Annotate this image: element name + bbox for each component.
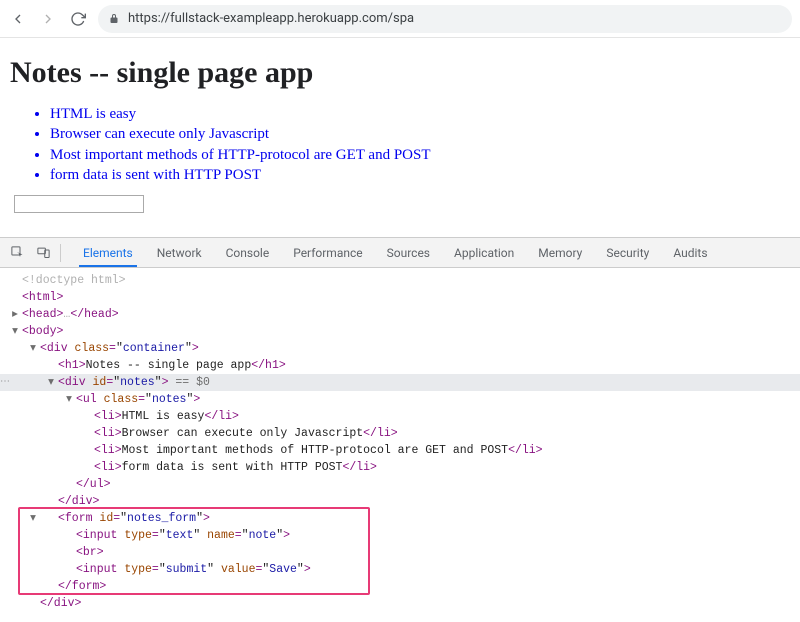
dom-line-selected[interactable]: ⋯▾<div id="notes"> == $0 <box>0 374 800 391</box>
dom-line[interactable]: </ul> <box>0 476 800 493</box>
tab-console[interactable]: Console <box>214 238 282 267</box>
twisty-icon[interactable]: ▸ <box>10 306 20 323</box>
tab-network[interactable]: Network <box>145 238 214 267</box>
page-title: Notes -- single page app <box>10 56 790 90</box>
twisty-icon[interactable]: ▾ <box>64 391 74 408</box>
tab-performance[interactable]: Performance <box>281 238 374 267</box>
gutter-icon: ⋯ <box>0 374 10 391</box>
tab-audits[interactable]: Audits <box>661 238 719 267</box>
dom-line[interactable]: </div> <box>0 595 800 612</box>
list-item[interactable]: form data is sent with HTTP POST <box>50 165 790 185</box>
list-item[interactable]: HTML is easy <box>50 104 790 124</box>
dom-line[interactable]: <input type="text" name="note"> <box>0 527 800 544</box>
list-item[interactable]: Most important methods of HTTP-protocol … <box>50 145 790 165</box>
twisty-icon[interactable]: ▾ <box>28 340 38 357</box>
twisty-icon[interactable]: ▾ <box>46 374 56 391</box>
dom-line[interactable]: <h1>Notes -- single page app</h1> <box>0 357 800 374</box>
dom-line[interactable]: <li>form data is sent with HTTP POST</li… <box>0 459 800 476</box>
divider <box>60 244 61 262</box>
dom-line[interactable]: <li>Most important methods of HTTP-proto… <box>0 442 800 459</box>
dom-line[interactable]: <!doctype html> <box>0 272 800 289</box>
dom-line[interactable]: ▾<form id="notes_form"> <box>0 510 800 527</box>
tab-sources[interactable]: Sources <box>375 238 442 267</box>
twisty-icon[interactable]: ▾ <box>28 510 38 527</box>
inspect-icon[interactable] <box>6 242 28 264</box>
page-viewport: Notes -- single page app HTML is easy Br… <box>0 38 800 238</box>
url-text: https://fullstack-exampleapp.herokuapp.c… <box>128 11 414 26</box>
lock-icon <box>108 13 120 25</box>
elements-panel[interactable]: <!doctype html> <html> ▸<head>…</head> ▾… <box>0 268 800 622</box>
tab-elements[interactable]: Elements <box>71 238 145 267</box>
list-item[interactable]: Browser can execute only Javascript <box>50 124 790 144</box>
tab-security[interactable]: Security <box>594 238 661 267</box>
dom-line[interactable]: ▸<head>…</head> <box>0 306 800 323</box>
devtools-tabs: Elements Network Console Performance Sou… <box>71 238 720 267</box>
reload-button[interactable] <box>68 9 88 29</box>
devtools-toolbar: Elements Network Console Performance Sou… <box>0 238 800 268</box>
note-input[interactable] <box>14 195 144 213</box>
dom-line[interactable]: ▾<ul class="notes"> <box>0 391 800 408</box>
forward-button[interactable] <box>38 9 58 29</box>
dom-line[interactable]: <li>HTML is easy</li> <box>0 408 800 425</box>
dom-line[interactable]: ▾<div class="container"> <box>0 340 800 357</box>
notes-list: HTML is easy Browser can execute only Ja… <box>10 104 790 185</box>
dom-line[interactable]: <html> <box>0 289 800 306</box>
back-button[interactable] <box>8 9 28 29</box>
tab-application[interactable]: Application <box>442 238 526 267</box>
tab-memory[interactable]: Memory <box>526 238 594 267</box>
dom-line[interactable]: <br> <box>0 544 800 561</box>
dom-line[interactable]: <li>Browser can execute only Javascript<… <box>0 425 800 442</box>
dom-line[interactable]: </div> <box>0 493 800 510</box>
twisty-icon[interactable]: ▾ <box>10 323 20 340</box>
dom-line[interactable]: <input type="submit" value="Save"> <box>0 561 800 578</box>
device-toggle-icon[interactable] <box>32 242 54 264</box>
address-bar[interactable]: https://fullstack-exampleapp.herokuapp.c… <box>98 5 792 33</box>
dom-line[interactable]: </form> <box>0 578 800 595</box>
browser-toolbar: https://fullstack-exampleapp.herokuapp.c… <box>0 0 800 38</box>
dom-line[interactable]: ▾<body> <box>0 323 800 340</box>
